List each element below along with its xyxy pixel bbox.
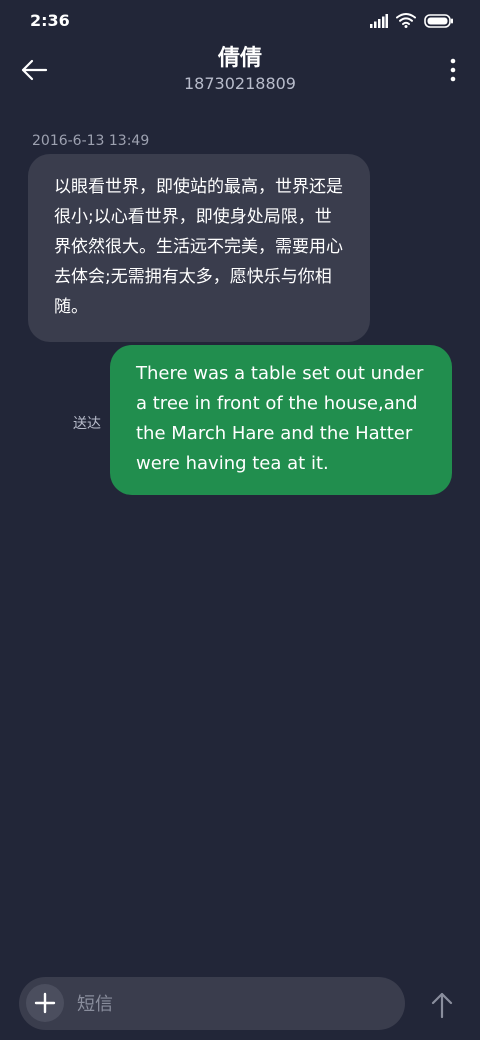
signal-icon — [370, 13, 388, 32]
contact-name: 倩倩 — [217, 46, 262, 71]
send-button[interactable] — [428, 990, 456, 1020]
wifi-icon — [396, 12, 416, 32]
outgoing-message-bubble[interactable]: There was a table set out under a tree i… — [110, 345, 452, 495]
conversation-header: 倩倩 18730218809 — [0, 40, 480, 100]
contact-title: 倩倩 18730218809 — [0, 44, 480, 94]
more-vertical-icon — [446, 58, 460, 90]
status-time: 2:36 — [30, 11, 70, 30]
more-options-button[interactable] — [446, 54, 460, 86]
status-bar: 2:36 — [0, 0, 480, 40]
contact-number: 18730218809 — [184, 74, 296, 93]
message-timestamp: 2016-6-13 13:49 — [32, 133, 150, 149]
plus-icon — [26, 992, 64, 1026]
outgoing-message-text: There was a table set out under a tree i… — [136, 363, 424, 474]
status-icons — [370, 12, 454, 32]
battery-icon — [424, 13, 454, 32]
sms-input[interactable] — [75, 977, 389, 1032]
incoming-message-text: 以眼看世界，即使站的最高，世界还是很小;以心看世界，即使身处局限，世界依然很大。… — [54, 177, 343, 317]
incoming-message-bubble[interactable]: 以眼看世界，即使站的最高，世界还是很小;以心看世界，即使身处局限，世界依然很大。… — [28, 154, 370, 342]
send-arrow-icon — [428, 992, 456, 1024]
message-composer — [19, 977, 405, 1032]
delivery-status: 送达 — [73, 416, 101, 432]
add-attachment-button[interactable] — [26, 984, 64, 1022]
